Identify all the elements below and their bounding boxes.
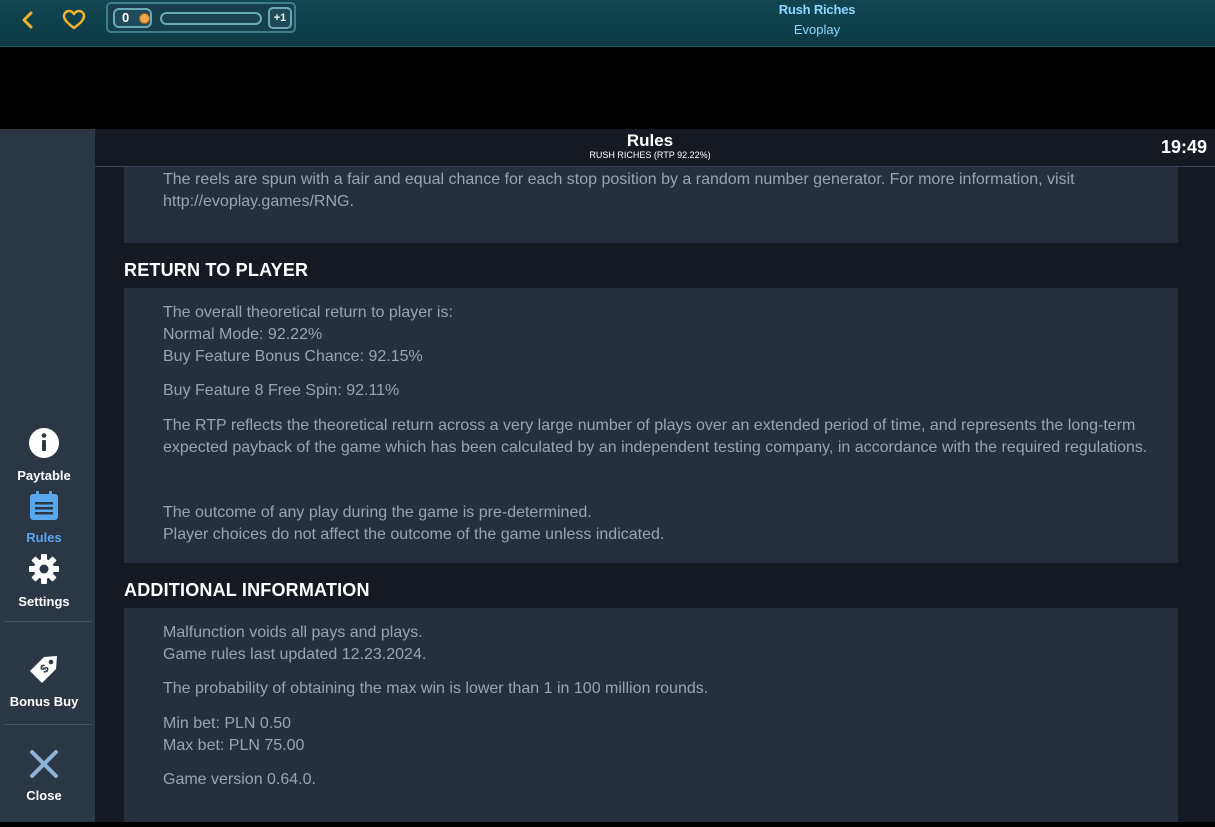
sidebar-item-rules[interactable]: Rules xyxy=(0,491,88,545)
gear-icon xyxy=(0,553,88,590)
rtp-card: The overall theoretical return to player… xyxy=(124,288,1178,563)
top-bar: 0 +1 Rush Riches Evoplay xyxy=(0,0,1215,47)
page-title: Rules xyxy=(626,131,674,150)
info-line: Max bet: PLN 75.00 xyxy=(163,737,305,754)
rtp-line: The overall theoretical return to player… xyxy=(163,304,453,321)
rules-content-scroll[interactable]: The reels are spun with a fair and equal… xyxy=(95,167,1215,822)
section-heading-additional: ADDITIONAL INFORMATION xyxy=(124,580,370,600)
sidebar-item-close[interactable]: Close xyxy=(0,749,88,803)
rng-info-card: The reels are spun with a fair and equal… xyxy=(124,167,1178,243)
info-line: The probability of obtaining the max win… xyxy=(163,680,709,697)
additional-info-card: Malfunction voids all pays and plays. Ga… xyxy=(124,608,1178,822)
rtp-line: Buy Feature Bonus Chance: 92.15% xyxy=(163,348,423,365)
rtp-line: The outcome of any play during the game … xyxy=(163,504,592,521)
bottom-strip xyxy=(0,822,1215,827)
sidebar-item-label: Rules xyxy=(26,530,62,545)
rules-header: Rules RUSH RICHES (RTP 92.22%) 19:49 xyxy=(95,129,1215,167)
info-icon xyxy=(0,427,88,464)
section-heading-rtp: RETURN TO PLAYER xyxy=(124,260,309,280)
sidebar-item-paytable[interactable]: Paytable xyxy=(0,427,88,483)
sidebar-divider xyxy=(4,621,92,622)
favorite-heart-icon[interactable] xyxy=(62,9,86,31)
info-line: Game rules last updated 12.23.2024. xyxy=(163,646,427,663)
close-icon xyxy=(0,749,88,784)
sidebar-item-bonus-buy[interactable]: $ Bonus Buy xyxy=(0,653,88,709)
game-provider: Evoplay xyxy=(793,22,841,37)
sidebar-divider xyxy=(4,724,92,725)
rules-list-icon xyxy=(0,491,88,526)
info-line: Min bet: PLN 0.50 xyxy=(163,715,292,732)
clock: 19:49 xyxy=(1160,137,1207,157)
coin-icon xyxy=(139,13,150,24)
sidebar-item-label: Bonus Buy xyxy=(9,694,79,709)
reward-progress-bar xyxy=(160,12,262,25)
coin-count-value: 0 xyxy=(122,10,130,25)
rng-text: The reels are spun with a fair and equal… xyxy=(163,171,1075,210)
info-line: Game version 0.64.0. xyxy=(163,771,316,788)
sidebar-item-settings[interactable]: Settings xyxy=(0,553,88,609)
sidebar-menu: Paytable Rules Settings $ Bonus Buy Clos… xyxy=(0,129,95,822)
back-arrow-icon[interactable] xyxy=(18,10,38,30)
page-subtitle: RUSH RICHES (RTP 92.22%) xyxy=(589,150,711,160)
plus-badge[interactable]: +1 xyxy=(268,7,292,29)
coin-progress-widget[interactable]: 0 +1 xyxy=(106,2,296,33)
coin-counter: 0 xyxy=(113,8,152,28)
sidebar-item-label: Close xyxy=(26,788,62,803)
price-tag-icon: $ xyxy=(0,653,88,690)
info-line: Malfunction voids all pays and plays. xyxy=(163,624,423,641)
rtp-line: Buy Feature 8 Free Spin: 92.11% xyxy=(163,382,400,399)
rtp-line: Normal Mode: 92.22% xyxy=(163,326,323,343)
sidebar-item-label: Paytable xyxy=(17,468,71,483)
rtp-line: The RTP reflects the theoretical return … xyxy=(163,417,1148,456)
game-title: Rush Riches xyxy=(778,2,856,17)
sidebar-item-label: Settings xyxy=(18,594,70,609)
rtp-line: Player choices do not affect the outcome… xyxy=(163,526,665,543)
